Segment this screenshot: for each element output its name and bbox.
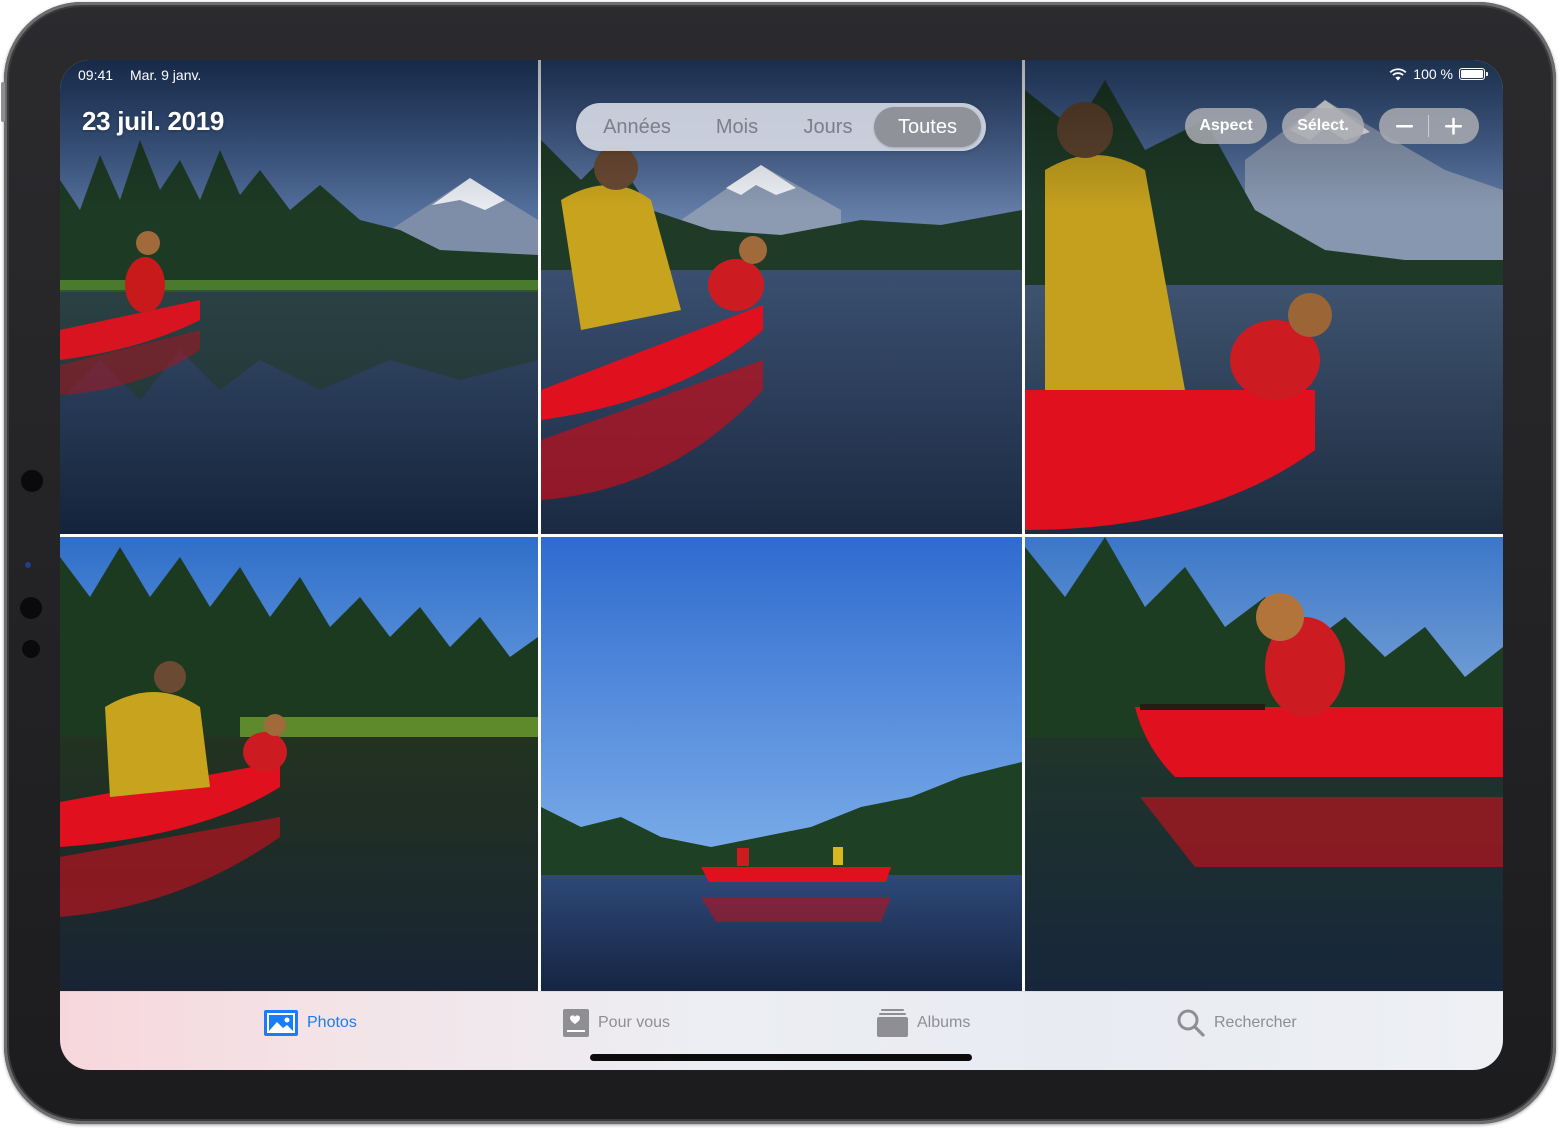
- battery-percent: 100 %: [1413, 66, 1453, 82]
- section-date-title: 23 juil. 2019: [82, 106, 225, 136]
- tab-albums-label: Albums: [917, 1014, 971, 1031]
- tab-bar: Photos Pour vous Albums Rechercher: [60, 991, 1503, 1070]
- camera-sensor: [25, 562, 31, 568]
- ipad-screen: 09:41 Mar. 9 janv. 100 % 23 juil. 2019 A…: [60, 60, 1503, 1070]
- tab-photos[interactable]: Photos: [263, 1008, 357, 1038]
- volume-button: [1, 82, 5, 122]
- tab-photos-label: Photos: [307, 1014, 357, 1031]
- segment-days[interactable]: Jours: [782, 107, 874, 147]
- zoom-control: [1379, 108, 1479, 144]
- for-you-icon: [563, 1009, 589, 1037]
- battery-icon: [1459, 68, 1488, 80]
- aspect-button[interactable]: Aspect: [1185, 108, 1267, 144]
- status-time: 09:41: [78, 67, 114, 83]
- zoom-out-button[interactable]: [1379, 108, 1429, 144]
- wifi-icon: [1389, 67, 1407, 80]
- status-bar: 09:41 Mar. 9 janv. 100 %: [60, 60, 1503, 90]
- photo-distant-canoe: [541, 537, 1022, 991]
- photos-icon: [264, 1010, 298, 1036]
- photo-tile[interactable]: [60, 537, 538, 991]
- view-segmented-control: Années Mois Jours Toutes: [576, 103, 986, 151]
- tab-for-you[interactable]: Pour vous: [562, 1008, 670, 1038]
- segment-all-photos[interactable]: Toutes: [874, 107, 981, 147]
- search-icon: [1177, 1009, 1205, 1037]
- segment-years[interactable]: Années: [582, 107, 692, 147]
- photo-tile[interactable]: [541, 537, 1022, 991]
- plus-icon: [1445, 117, 1462, 135]
- photo-tile[interactable]: [1025, 537, 1503, 991]
- tab-albums[interactable]: Albums: [876, 1008, 970, 1038]
- photo-couple-forest-shore: [60, 537, 538, 991]
- camera-flash: [22, 640, 40, 658]
- albums-icon: [877, 1009, 908, 1037]
- select-button[interactable]: Sélect.: [1282, 108, 1364, 144]
- photo-woman-with-paddle: [1025, 537, 1503, 991]
- status-date: Mar. 9 janv.: [130, 67, 202, 83]
- minus-icon: [1396, 125, 1413, 128]
- tab-search-label: Rechercher: [1214, 1014, 1297, 1031]
- tab-search[interactable]: Rechercher: [1176, 1008, 1297, 1038]
- tab-for-you-label: Pour vous: [598, 1014, 671, 1031]
- zoom-in-button[interactable]: [1429, 108, 1479, 144]
- status-indicators: 100 %: [1389, 66, 1488, 82]
- camera-lens: [20, 597, 42, 619]
- segment-months[interactable]: Mois: [692, 107, 782, 147]
- home-indicator[interactable]: [590, 1054, 972, 1061]
- camera-sensor: [21, 470, 43, 492]
